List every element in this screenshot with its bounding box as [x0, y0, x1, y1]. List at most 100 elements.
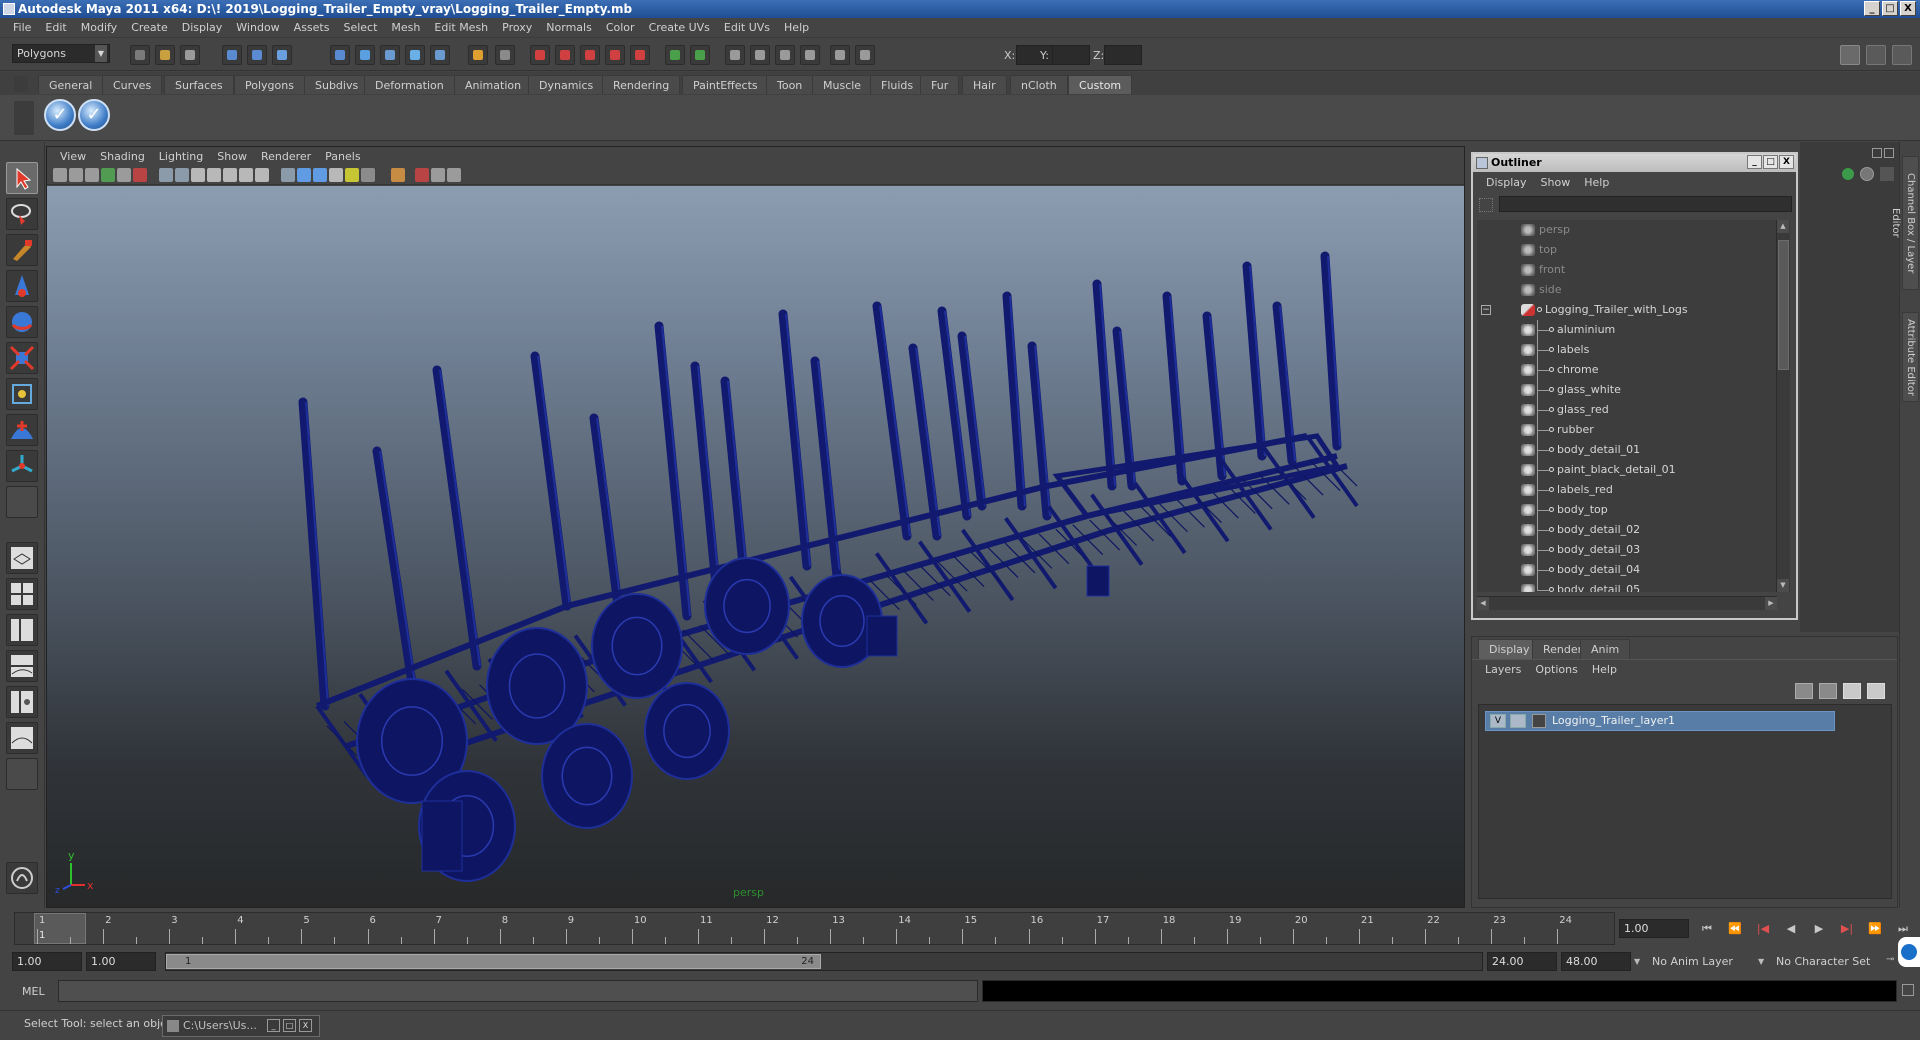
- viewport-tool-21-icon[interactable]: [415, 168, 429, 182]
- lasso-tool-icon[interactable]: [6, 198, 38, 230]
- menu-modify[interactable]: Modify: [74, 21, 124, 34]
- status-tool-15-icon[interactable]: [555, 45, 575, 65]
- outliner-close-button[interactable]: X: [1779, 155, 1794, 169]
- viewport-tool-1-icon[interactable]: [53, 168, 67, 182]
- minimize-button[interactable]: _: [1864, 1, 1880, 16]
- outliner-item[interactable]: chrome: [1477, 360, 1777, 380]
- scroll-left-icon[interactable]: ◀: [1477, 597, 1489, 610]
- tab-channel-box[interactable]: Channel Box / Layer Editor: [1890, 156, 1919, 290]
- menu-edit-mesh[interactable]: Edit Mesh: [427, 21, 495, 34]
- menu-assets[interactable]: Assets: [287, 21, 337, 34]
- outliner-menu-help[interactable]: Help: [1577, 176, 1616, 189]
- shelf-tab-toon[interactable]: Toon: [766, 75, 814, 94]
- layer-row[interactable]: V Logging_Trailer_layer1: [1485, 711, 1835, 731]
- shelf-tab-muscle[interactable]: Muscle: [812, 75, 873, 94]
- character-set-arrow-icon[interactable]: ▼: [1758, 957, 1764, 966]
- viewport-tool-8-icon[interactable]: [175, 168, 189, 182]
- go-to-start-icon[interactable]: ⏮: [1698, 921, 1716, 937]
- attribute-editor-icon[interactable]: [1892, 45, 1912, 65]
- z-field[interactable]: [1104, 45, 1142, 65]
- outliner-item[interactable]: body_top: [1477, 500, 1777, 520]
- viewport-tool-18-icon[interactable]: [345, 168, 359, 182]
- character-set-dropdown[interactable]: No Character Set: [1772, 952, 1882, 971]
- layer-menu-help[interactable]: Help: [1585, 663, 1624, 676]
- viewport-tool-12-icon[interactable]: [239, 168, 253, 182]
- viewport-menu-view[interactable]: View: [53, 150, 93, 163]
- task-restore-icon[interactable]: □: [283, 1019, 296, 1032]
- select-tool-icon[interactable]: [6, 162, 38, 194]
- viewport-tool-3-icon[interactable]: [85, 168, 99, 182]
- outliner-item[interactable]: side: [1477, 280, 1777, 300]
- viewport-tool-19-icon[interactable]: [361, 168, 375, 182]
- playback-end-field[interactable]: 24.00: [1487, 952, 1557, 971]
- viewport-tool-2-icon[interactable]: [69, 168, 83, 182]
- anim-layer-arrow-icon[interactable]: ▼: [1634, 957, 1640, 966]
- status-tool-7-icon[interactable]: [330, 45, 350, 65]
- menu-edit-uvs[interactable]: Edit UVs: [717, 21, 777, 34]
- menu-mesh[interactable]: Mesh: [384, 21, 427, 34]
- outliner-item[interactable]: body_detail_05: [1477, 580, 1777, 592]
- viewport-tool-15-icon[interactable]: [297, 168, 311, 182]
- viewport-tool-17-icon[interactable]: [329, 168, 343, 182]
- status-tool-26-icon[interactable]: [855, 45, 875, 65]
- range-bar[interactable]: 1 24: [165, 952, 1483, 971]
- script-editor-icon[interactable]: [6, 862, 38, 894]
- shelf-tab-animation[interactable]: Animation: [454, 75, 533, 94]
- channel-box-float-icon[interactable]: [1872, 148, 1882, 158]
- status-tool-18-icon[interactable]: [630, 45, 650, 65]
- custom-layout-icon[interactable]: [6, 722, 38, 754]
- command-input[interactable]: [58, 980, 978, 1002]
- step-forward-key-icon[interactable]: ⏩: [1866, 921, 1884, 937]
- rotate-tool-icon[interactable]: [6, 306, 38, 338]
- layer-visibility-toggle[interactable]: V: [1490, 714, 1506, 728]
- status-tool-10-icon[interactable]: [405, 45, 425, 65]
- time-slider-track[interactable]: 1 1 2 3 4 5 6 7 8 9 10 11 12 13 14 15 16 17 18 19 20 21 22 23 2…: [14, 912, 1615, 945]
- viewport-menu-renderer[interactable]: Renderer: [254, 150, 318, 163]
- new-empty-layer-icon[interactable]: [1795, 683, 1813, 699]
- scroll-up-icon[interactable]: ▲: [1777, 220, 1789, 233]
- play-forwards-icon[interactable]: ▶: [1810, 921, 1828, 937]
- tab-attribute-editor[interactable]: Attribute Editor: [1902, 312, 1919, 402]
- status-tool-13-icon[interactable]: [495, 45, 515, 65]
- status-tool-2-icon[interactable]: [155, 45, 175, 65]
- playback-start-field[interactable]: 1.00: [86, 952, 156, 971]
- script-editor-button-icon[interactable]: [1902, 984, 1914, 996]
- shelf-tab-custom[interactable]: Custom: [1068, 75, 1133, 94]
- status-tool-23-icon[interactable]: [775, 45, 795, 65]
- layout-options-icon[interactable]: [6, 758, 38, 790]
- shelf-tab-hair[interactable]: Hair: [962, 75, 1007, 94]
- graph-editor-layout-icon[interactable]: [6, 650, 38, 682]
- status-tool-9-icon[interactable]: [380, 45, 400, 65]
- shelf-tab-surfaces[interactable]: Surfaces: [164, 75, 234, 94]
- outliner-item[interactable]: body_detail_01: [1477, 440, 1777, 460]
- menu-normals[interactable]: Normals: [539, 21, 599, 34]
- status-tool-14-icon[interactable]: [530, 45, 550, 65]
- viewport-tool-16-icon[interactable]: [313, 168, 327, 182]
- task-close-icon[interactable]: X: [299, 1019, 312, 1032]
- outliner-item[interactable]: labels_red: [1477, 480, 1777, 500]
- status-tool-19-icon[interactable]: [665, 45, 685, 65]
- viewport-tool-9-icon[interactable]: [191, 168, 205, 182]
- go-to-end-icon[interactable]: ⏭: [1894, 921, 1912, 937]
- outliner-horizontal-scrollbar[interactable]: ◀ ▶: [1477, 596, 1777, 610]
- perspective-viewport[interactable]: View Shading Lighting Show Renderer Pane…: [46, 146, 1465, 908]
- layer-menu-options[interactable]: Options: [1528, 663, 1584, 676]
- menu-display[interactable]: Display: [175, 21, 230, 34]
- menu-proxy[interactable]: Proxy: [495, 21, 539, 34]
- outliner-menu-show[interactable]: Show: [1534, 176, 1578, 189]
- hypershade-layout-icon[interactable]: [6, 686, 38, 718]
- maximize-button[interactable]: □: [1882, 1, 1898, 16]
- paint-select-tool-icon[interactable]: [6, 234, 38, 266]
- panel-layout-icon[interactable]: [1840, 45, 1860, 65]
- status-tool-17-icon[interactable]: [605, 45, 625, 65]
- menu-edit[interactable]: Edit: [38, 21, 73, 34]
- channel-box-pen-icon[interactable]: [1880, 167, 1894, 181]
- shelf-tab-subdivs[interactable]: Subdivs: [304, 75, 370, 94]
- viewport-tool-5-icon[interactable]: [117, 168, 131, 182]
- channel-box-sphere-icon[interactable]: [1860, 167, 1874, 181]
- range-thumb[interactable]: 1 24: [166, 954, 821, 969]
- shelf-tab-ncloth[interactable]: nCloth: [1010, 75, 1068, 94]
- outliner-item[interactable]: body_detail_02: [1477, 520, 1777, 540]
- scroll-down-icon[interactable]: ▼: [1777, 579, 1789, 592]
- menu-window[interactable]: Window: [229, 21, 286, 34]
